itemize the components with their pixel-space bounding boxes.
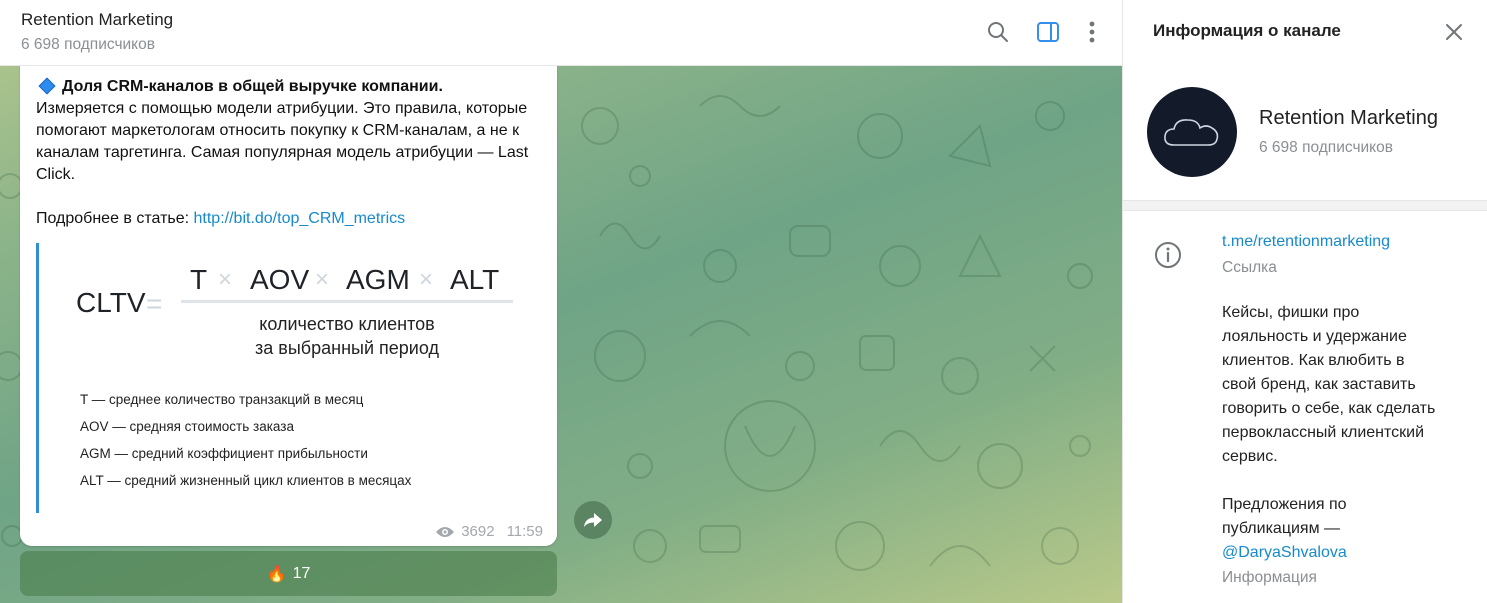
channel-info-panel: Информация о канале Retention Marketing … — [1122, 0, 1487, 603]
search-icon — [988, 22, 1008, 42]
formula-operator: × — [315, 266, 330, 293]
message-heading: Доля CRM-каналов в общей выручке компани… — [62, 78, 443, 95]
close-icon — [1446, 24, 1462, 40]
formula-legend-item: ALT — средний жизненный цикл клиентов в … — [80, 473, 412, 488]
formula-denominator-1: количество клиентов — [259, 314, 435, 334]
message-bubble[interactable]: Доля CRM-каналов в общей выручке компани… — [20, 50, 557, 546]
message-body: Измеряется с помощью модели атрибуции. Э… — [36, 100, 529, 183]
chat-subscriber-count: 6 698 подписчиков — [21, 36, 155, 53]
channel-name: Retention Marketing — [1259, 107, 1438, 129]
formula-term-t: T — [190, 264, 208, 295]
close-panel-button[interactable] — [1440, 18, 1468, 46]
search-button[interactable] — [982, 16, 1014, 48]
channel-subscriber-count: 6 698 подписчиков — [1259, 139, 1393, 156]
channel-link-caption: Ссылка — [1222, 259, 1277, 276]
formula-fraction-line — [181, 300, 513, 303]
panel-title: Информация о канале — [1153, 21, 1341, 40]
description-text: Кейсы, фишки про лояльность и удержание … — [1222, 304, 1436, 537]
message-more-prefix: Подробнее в статье: — [36, 210, 194, 227]
formula-operator: × — [218, 266, 233, 293]
message-meta: 3692 11:59 — [435, 523, 543, 540]
formula-term-aov: AOV — [250, 264, 310, 295]
formula-image[interactable]: CLTV = T × AOV × AGM × ALT количество кл… — [36, 243, 541, 513]
formula-equals: = — [146, 288, 163, 319]
formula-legend-item: AGM — средний коэффициент прибыльности — [80, 446, 368, 461]
channel-link[interactable]: t.me/retentionmarketing — [1222, 233, 1390, 251]
view-count: 3692 — [461, 523, 495, 540]
formula-legend-item: T — среднее количество транзакций в меся… — [80, 392, 364, 407]
chat-header: Retention Marketing 6 698 подписчиков — [0, 0, 1122, 66]
channel-avatar[interactable] — [1147, 87, 1237, 177]
message-time: 11:59 — [506, 523, 543, 540]
forward-button[interactable] — [574, 501, 612, 539]
reaction-button[interactable]: 🔥 17 — [20, 551, 557, 596]
reaction-count: 17 — [292, 564, 311, 582]
section-divider — [1123, 200, 1487, 211]
eye-icon — [436, 526, 455, 537]
formula-accent-bar — [36, 243, 39, 513]
formula-term-alt: ALT — [450, 264, 500, 295]
chat-area: Retention Marketing 6 698 подписчиков До… — [0, 0, 1122, 603]
forward-arrow-icon — [584, 513, 602, 527]
info-icon — [1155, 242, 1181, 268]
fire-emoji: 🔥 — [266, 565, 287, 583]
formula-legend-item: AOV — средняя стоимость заказа — [80, 419, 294, 434]
cloud-icon — [1164, 119, 1219, 146]
more-vertical-icon — [1089, 21, 1095, 43]
toggle-sidebar-button[interactable] — [1032, 16, 1064, 48]
channel-description-caption: Информация — [1222, 569, 1317, 586]
formula-lhs: CLTV — [76, 287, 146, 318]
message-text: Доля CRM-каналов в общей выручке компани… — [36, 76, 541, 230]
formula-term-agm: AGM — [346, 264, 410, 295]
article-link[interactable]: http://bit.do/top_CRM_metrics — [194, 210, 406, 227]
sidebar-toggle-icon — [1037, 22, 1059, 42]
blue-diamond-icon — [38, 77, 56, 95]
channel-description: Кейсы, фишки про лояльность и удержание … — [1222, 301, 1477, 565]
formula-denominator-2: за выбранный период — [255, 338, 439, 358]
more-options-button[interactable] — [1076, 16, 1108, 48]
formula-operator: × — [419, 266, 434, 293]
chat-title[interactable]: Retention Marketing — [21, 10, 173, 30]
mention-link[interactable]: @DaryaShvalova — [1222, 544, 1347, 561]
